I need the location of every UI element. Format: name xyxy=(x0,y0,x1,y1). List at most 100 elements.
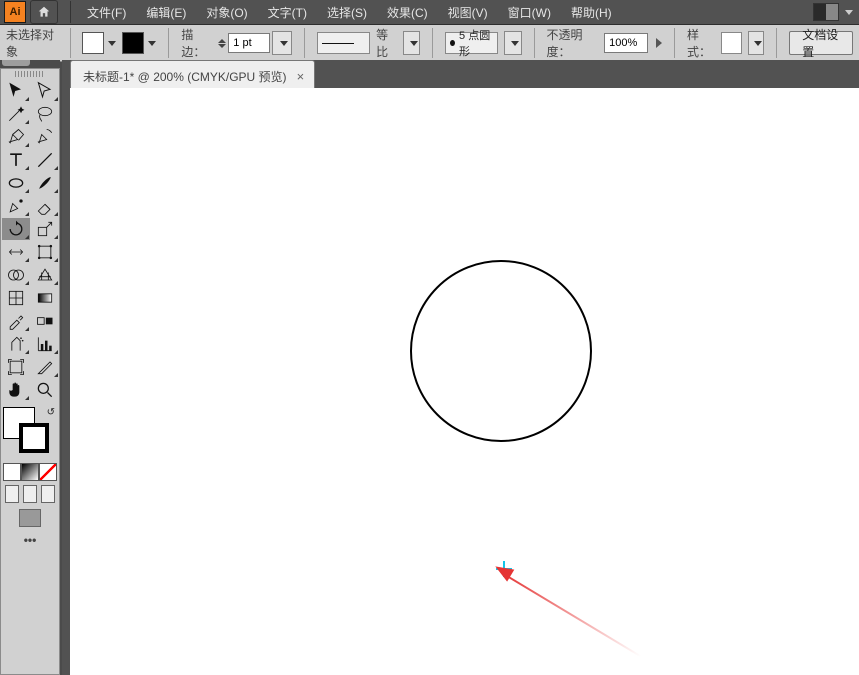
artboard-tool[interactable] xyxy=(2,356,30,378)
color-proxy[interactable]: ↺ xyxy=(1,405,59,461)
menu-object[interactable]: 对象(O) xyxy=(196,1,257,24)
chevron-down-icon xyxy=(148,41,156,46)
paintbrush-tool[interactable] xyxy=(31,172,59,194)
pen-tool[interactable] xyxy=(2,126,30,148)
ellipse-tool[interactable] xyxy=(2,172,30,194)
workspace: ↺ ••• 未标题-1* @ 200% (CMYK/GPU 预览) × xyxy=(0,60,859,675)
magic-wand-tool[interactable] xyxy=(2,103,30,125)
menu-edit[interactable]: 编辑(E) xyxy=(136,1,196,24)
stroke-weight-stepper[interactable] xyxy=(218,39,226,48)
var-width-dropdown[interactable] xyxy=(403,31,420,55)
workspace-switcher-icon[interactable] xyxy=(813,3,839,21)
graphic-style-dropdown[interactable] xyxy=(748,31,764,55)
selection-tool[interactable] xyxy=(2,80,30,102)
opacity-input[interactable] xyxy=(604,33,648,53)
draw-behind[interactable] xyxy=(23,485,37,503)
stroke-swatch[interactable] xyxy=(122,32,156,54)
eraser-tool[interactable] xyxy=(31,195,59,217)
style-label: 样式： xyxy=(687,26,715,60)
graphic-style-swatch[interactable] xyxy=(721,32,742,54)
direct-selection-tool[interactable] xyxy=(31,80,59,102)
chevron-down-icon xyxy=(108,41,116,46)
hand-tool[interactable] xyxy=(2,379,30,401)
divider xyxy=(776,28,777,58)
stroke-weight-input[interactable] xyxy=(228,33,270,53)
fill-swatch[interactable] xyxy=(82,32,116,54)
draw-inside[interactable] xyxy=(41,485,55,503)
menu-bar: Ai 文件(F) 编辑(E) 对象(O) 文字(T) 选择(S) 效果(C) 视… xyxy=(0,0,859,25)
stroke-color-icon[interactable] xyxy=(19,423,49,453)
draw-normal[interactable] xyxy=(5,485,19,503)
divider xyxy=(168,28,169,58)
opacity-flyout-icon[interactable] xyxy=(656,38,662,48)
menu-file[interactable]: 文件(F) xyxy=(77,1,136,24)
scale-tool[interactable] xyxy=(31,218,59,240)
tools-panel: ↺ ••• xyxy=(0,68,60,675)
tab-title: 未标题-1* @ 200% (CMYK/GPU 预览) xyxy=(83,68,287,85)
annotation-arrow xyxy=(502,572,664,574)
free-transform-tool[interactable] xyxy=(31,241,59,263)
divider xyxy=(534,28,535,58)
canvas[interactable] xyxy=(70,88,859,675)
document-tab[interactable]: 未标题-1* @ 200% (CMYK/GPU 预览) × xyxy=(70,60,315,88)
tab-strip: 未标题-1* @ 200% (CMYK/GPU 预览) × xyxy=(70,64,859,88)
document-area: 未标题-1* @ 200% (CMYK/GPU 预览) × xyxy=(62,60,859,675)
draw-mode-row xyxy=(1,483,59,505)
color-mode-none[interactable] xyxy=(39,463,57,481)
shaper-tool[interactable] xyxy=(2,195,30,217)
zoom-tool[interactable] xyxy=(31,379,59,401)
divider xyxy=(432,28,433,58)
shape-builder-tool[interactable] xyxy=(2,264,30,286)
brush-def[interactable]: 5 点圆形 xyxy=(445,32,498,54)
color-mode-gradient[interactable] xyxy=(21,463,39,481)
close-tab-icon[interactable]: × xyxy=(297,69,305,84)
screen-mode-button[interactable] xyxy=(19,509,41,527)
edit-toolbar-icon[interactable]: ••• xyxy=(1,531,59,549)
screen-mode-row xyxy=(1,505,59,531)
separator xyxy=(70,1,71,23)
menu-view[interactable]: 视图(V) xyxy=(438,1,498,24)
curvature-tool[interactable] xyxy=(31,126,59,148)
color-mode-solid[interactable] xyxy=(3,463,21,481)
no-selection-label: 未选择对象 xyxy=(6,26,58,60)
divider xyxy=(674,28,675,58)
toolbar-drag-grip[interactable] xyxy=(15,71,45,77)
workspace-dropdown-icon[interactable] xyxy=(845,10,853,15)
opacity-label: 不透明度： xyxy=(547,26,599,60)
type-tool[interactable] xyxy=(2,149,30,171)
document-setup-button[interactable]: 文档设置 xyxy=(789,31,853,55)
stroke-weight-dropdown[interactable] xyxy=(272,31,292,55)
brush-dropdown[interactable] xyxy=(504,31,521,55)
brush-name: 5 点圆形 xyxy=(459,27,493,59)
swap-colors-icon[interactable]: ↺ xyxy=(47,407,55,418)
gradient-tool[interactable] xyxy=(31,287,59,309)
eyedropper-tool[interactable] xyxy=(2,310,30,332)
menu-select[interactable]: 选择(S) xyxy=(317,1,377,24)
perspective-grid-tool[interactable] xyxy=(31,264,59,286)
menu-window[interactable]: 窗口(W) xyxy=(498,1,561,24)
color-mode-row xyxy=(1,461,59,483)
app-logo-icon: Ai xyxy=(4,1,26,23)
menu-effect[interactable]: 效果(C) xyxy=(377,1,438,24)
panel-dock-strip xyxy=(0,60,60,68)
stroke-label: 描边： xyxy=(181,26,212,60)
lasso-tool[interactable] xyxy=(31,103,59,125)
menu-help[interactable]: 帮助(H) xyxy=(561,1,622,24)
uniform-label: 等比 xyxy=(376,26,397,60)
column-graph-tool[interactable] xyxy=(31,333,59,355)
divider xyxy=(304,28,305,58)
width-tool[interactable] xyxy=(2,241,30,263)
line-segment-tool[interactable] xyxy=(31,149,59,171)
slice-tool[interactable] xyxy=(31,356,59,378)
rotate-tool[interactable] xyxy=(2,218,30,240)
var-width-profile[interactable] xyxy=(317,32,370,54)
mesh-tool[interactable] xyxy=(2,287,30,309)
divider xyxy=(70,28,71,58)
home-button[interactable] xyxy=(30,0,58,24)
circle-shape[interactable] xyxy=(410,260,592,442)
symbol-sprayer-tool[interactable] xyxy=(2,333,30,355)
menu-text[interactable]: 文字(T) xyxy=(258,1,317,24)
toolbar-grip-icon[interactable] xyxy=(2,60,30,66)
options-bar: 未选择对象 描边： 等比 5 点圆形 不透明度： 样式： 文档设置 xyxy=(0,25,859,62)
blend-tool[interactable] xyxy=(31,310,59,332)
